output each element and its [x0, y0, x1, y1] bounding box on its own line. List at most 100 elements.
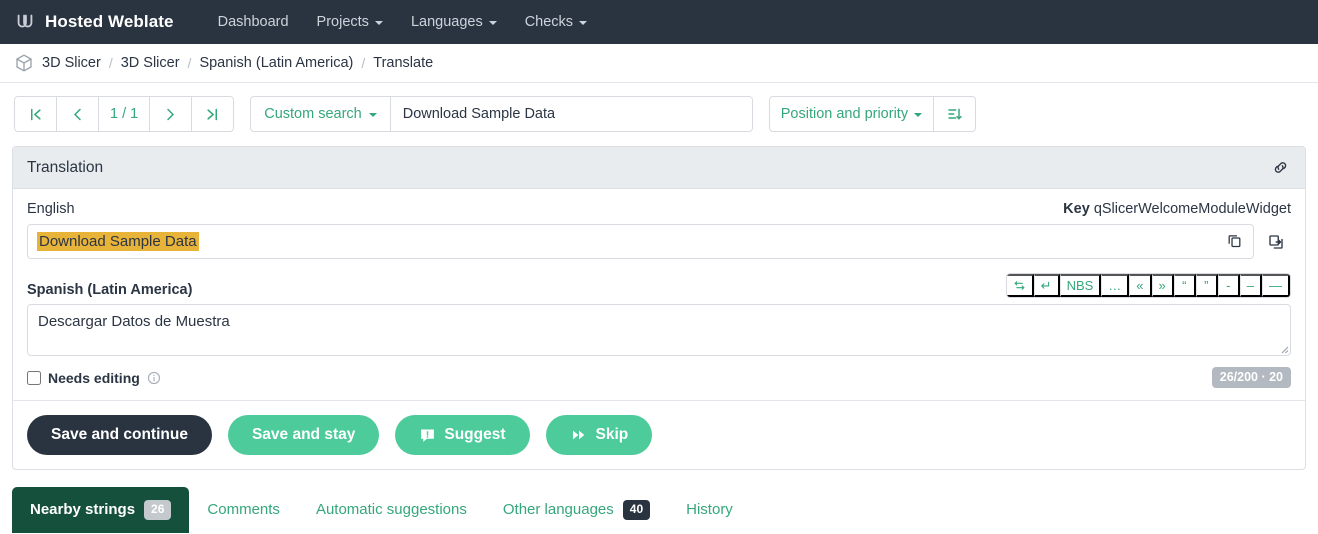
last-string-button[interactable]: [191, 96, 234, 132]
tab-label: Automatic suggestions: [316, 501, 467, 518]
insert-rdquo-button[interactable]: ”: [1196, 274, 1218, 297]
cube-icon: [14, 53, 34, 73]
insert-hyphen-button[interactable]: -: [1218, 274, 1240, 297]
nav-link-label: Languages: [411, 14, 483, 30]
chevron-down-icon: [489, 21, 497, 25]
previous-string-button[interactable]: [56, 96, 99, 132]
pagination-group: 1 / 1: [14, 96, 234, 132]
button-label: Save and continue: [51, 426, 188, 444]
button-label: Save and stay: [252, 426, 355, 444]
insert-emdash-button[interactable]: —: [1262, 274, 1290, 297]
page-title: Translation: [27, 159, 103, 177]
needs-editing-group: Needs editing: [27, 370, 161, 386]
breadcrumb-separator: /: [361, 55, 365, 71]
insert-ldquo-button[interactable]: “: [1174, 274, 1196, 297]
chevron-down-icon: [369, 113, 377, 117]
bidi-mark-icon[interactable]: [1007, 274, 1034, 297]
weblate-logo-icon: [14, 11, 36, 33]
save-and-continue-button[interactable]: Save and continue: [27, 415, 212, 455]
clone-to-translation-icon[interactable]: [1261, 224, 1291, 259]
next-string-button[interactable]: [149, 96, 192, 132]
breadcrumb: 3D Slicer / 3D Slicer / Spanish (Latin A…: [0, 44, 1318, 83]
tab-automatic-suggestions[interactable]: Automatic suggestions: [298, 487, 485, 533]
tab-label: Nearby strings: [30, 501, 135, 518]
nav-link-languages[interactable]: Languages: [397, 8, 511, 36]
copy-icon[interactable]: [1226, 232, 1243, 249]
position-indicator: 1 / 1: [98, 96, 150, 132]
search-input[interactable]: [391, 96, 753, 132]
source-language-label: English: [27, 201, 75, 217]
insert-nbsp-button[interactable]: NBS: [1060, 274, 1102, 297]
breadcrumb-separator: /: [109, 55, 113, 71]
search-group: Custom search: [250, 96, 753, 132]
special-char-glyph: ”: [1204, 279, 1208, 292]
nav-link-label: Projects: [317, 14, 369, 30]
special-char-glyph: -: [1226, 279, 1230, 292]
translation-textarea[interactable]: [27, 304, 1291, 356]
source-string-row: Download Sample Data: [27, 224, 1291, 259]
tab-label: Comments: [207, 501, 280, 518]
breadcrumb-separator: /: [188, 55, 192, 71]
insert-ellipsis-button[interactable]: …: [1101, 274, 1129, 297]
tab-nearby-strings[interactable]: Nearby strings 26: [12, 487, 189, 533]
button-label: Skip: [596, 426, 629, 444]
sort-dropdown[interactable]: Position and priority: [769, 96, 934, 132]
nav-links: Dashboard Projects Languages Checks: [204, 8, 601, 36]
target-textarea-wrap: [27, 304, 1291, 356]
target-label-row: Spanish (Latin America) ↵ NBS …: [27, 273, 1291, 298]
breadcrumb-item-language[interactable]: Spanish (Latin America): [199, 55, 353, 71]
chevron-down-icon: [375, 21, 383, 25]
bottom-tabs: Nearby strings 26 Comments Automatic sug…: [12, 487, 1306, 533]
translation-meta-row: Needs editing 26/200 · 20: [27, 356, 1291, 390]
special-char-glyph: …: [1108, 279, 1121, 292]
special-char-glyph: “: [1182, 279, 1186, 292]
needs-editing-checkbox[interactable]: [27, 371, 41, 385]
tab-history[interactable]: History: [668, 487, 751, 533]
insert-raquo-button[interactable]: »: [1152, 274, 1174, 297]
string-key-prefix: Key: [1063, 201, 1090, 217]
brand[interactable]: Hosted Weblate: [14, 11, 174, 33]
tab-label: History: [686, 501, 733, 518]
search-toolbar: 1 / 1 Custom search Position and priorit…: [0, 83, 1318, 132]
first-string-button[interactable]: [14, 96, 57, 132]
tab-badge: 26: [144, 500, 171, 520]
sort-descending-icon-button[interactable]: [933, 96, 976, 132]
custom-search-dropdown[interactable]: Custom search: [250, 96, 391, 132]
special-char-glyph: –: [1247, 279, 1254, 292]
special-char-glyph: «: [1136, 279, 1143, 292]
permalink-icon[interactable]: [1270, 157, 1291, 178]
breadcrumb-item-component[interactable]: 3D Slicer: [121, 55, 180, 71]
button-label: Suggest: [444, 426, 505, 444]
special-char-glyph: —: [1269, 279, 1282, 292]
breadcrumb-item-project[interactable]: 3D Slicer: [42, 55, 101, 71]
insert-laquo-button[interactable]: «: [1129, 274, 1151, 297]
tab-other-languages[interactable]: Other languages 40: [485, 487, 668, 533]
nav-link-label: Checks: [525, 14, 573, 30]
sort-dropdown-label: Position and priority: [781, 107, 908, 122]
nav-link-projects[interactable]: Projects: [303, 8, 397, 36]
brand-name: Hosted Weblate: [45, 12, 174, 32]
skip-button[interactable]: Skip: [546, 415, 653, 455]
character-counter: 26/200 · 20: [1212, 367, 1291, 387]
source-label-row: English Key qSlicerWelcomeModuleWidget: [27, 201, 1291, 217]
suggest-button[interactable]: Suggest: [395, 415, 529, 455]
translation-card-body: English Key qSlicerWelcomeModuleWidget D…: [13, 189, 1305, 390]
save-and-stay-button[interactable]: Save and stay: [228, 415, 379, 455]
custom-search-label: Custom search: [264, 106, 362, 122]
info-circle-icon[interactable]: [147, 371, 161, 385]
newline-icon[interactable]: ↵: [1034, 274, 1060, 297]
insert-endash-button[interactable]: –: [1240, 274, 1262, 297]
translation-card: Translation English Key qSlicerWelcomeMo…: [12, 146, 1306, 470]
special-char-glyph: NBS: [1067, 279, 1094, 292]
chevron-down-icon: [579, 21, 587, 25]
target-language-label: Spanish (Latin America): [27, 282, 192, 298]
nav-link-checks[interactable]: Checks: [511, 8, 601, 36]
special-char-glyph: ↵: [1041, 279, 1052, 292]
needs-editing-label[interactable]: Needs editing: [48, 370, 140, 386]
top-navbar: Hosted Weblate Dashboard Projects Langua…: [0, 0, 1318, 44]
tab-comments[interactable]: Comments: [189, 487, 298, 533]
nav-link-dashboard[interactable]: Dashboard: [204, 8, 303, 36]
tab-label: Other languages: [503, 501, 614, 518]
breadcrumb-item-translate: Translate: [373, 55, 433, 71]
source-string-text: Download Sample Data: [37, 232, 199, 251]
